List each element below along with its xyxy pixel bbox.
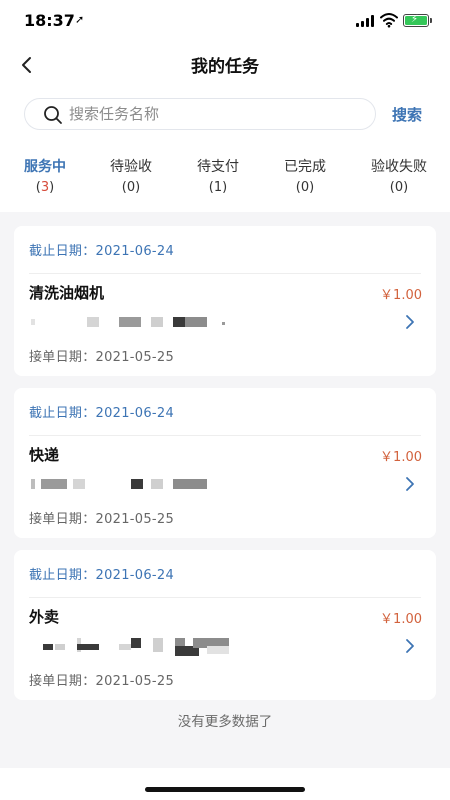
tab-label: 待支付 [197, 159, 239, 175]
tab-count: (1) [208, 180, 228, 195]
location-icon: ➚ [75, 13, 85, 26]
search-input[interactable] [69, 99, 369, 129]
nav-bar: 我的任务 [0, 44, 450, 88]
accept-date: 接单日期：2021-05-25 [29, 674, 175, 689]
tab-in-service[interactable]: 服务中 (3) [0, 156, 90, 195]
signal-icon [356, 15, 376, 27]
task-card[interactable]: 截止日期：2021-06-24 清洗油烟机 ￥1.00 接单日期：2021-05… [14, 226, 436, 376]
task-card[interactable]: 截止日期：2021-06-24 快递 ￥1.00 接单日期：2021-05-25 [14, 388, 436, 538]
search-box[interactable] [24, 98, 376, 130]
task-title: 清洗油烟机 [29, 284, 105, 302]
search-area: 搜索 [0, 88, 450, 144]
deadline-date: 截止日期：2021-06-24 [29, 244, 175, 259]
tab-count: (0) [295, 180, 315, 195]
divider [29, 435, 421, 436]
tab-label: 验收失败 [371, 159, 427, 175]
status-time: 18:37 [24, 11, 75, 30]
page-title: 我的任务 [191, 57, 259, 77]
tab-label: 待验收 [110, 159, 152, 175]
task-title: 外卖 [29, 608, 60, 626]
tab-pending-acceptance[interactable]: 待验收 (0) [86, 156, 176, 195]
tab-pending-payment[interactable]: 待支付 (1) [173, 156, 263, 195]
chevron-right-icon[interactable] [404, 638, 416, 654]
status-bar: 18:37 ➚ ⚡ [0, 0, 450, 44]
accept-date: 接单日期：2021-05-25 [29, 512, 175, 527]
status-tabs: 服务中 (3) 待验收 (0) 待支付 (1) 已完成 (0) 验收失败 (0) [0, 144, 450, 212]
no-more-data-label: 没有更多数据了 [177, 714, 273, 730]
task-price: ￥1.00 [380, 288, 422, 303]
search-button[interactable]: 搜索 [392, 104, 422, 125]
tab-label: 服务中 [24, 159, 66, 175]
divider [29, 273, 421, 274]
accept-date: 接单日期：2021-05-25 [29, 350, 175, 365]
task-card[interactable]: 截止日期：2021-06-24 外卖 ￥1.00 接单日期：2021-05-25 [14, 550, 436, 700]
chevron-right-icon[interactable] [404, 314, 416, 330]
tab-count: (3) [35, 180, 55, 195]
redacted-address [29, 638, 289, 656]
redacted-address [29, 476, 289, 494]
home-indicator-area [0, 768, 450, 800]
divider [29, 597, 421, 598]
chevron-right-icon[interactable] [404, 476, 416, 492]
search-icon [44, 106, 62, 124]
task-price: ￥1.00 [380, 612, 422, 627]
home-indicator[interactable] [145, 787, 305, 792]
tab-completed[interactable]: 已完成 (0) [260, 156, 350, 195]
task-price: ￥1.00 [380, 450, 422, 465]
tab-acceptance-failed[interactable]: 验收失败 (0) [354, 156, 444, 195]
deadline-date: 截止日期：2021-06-24 [29, 568, 175, 583]
redacted-address [29, 314, 289, 332]
tab-count: (0) [121, 180, 141, 195]
tab-label: 已完成 [284, 159, 326, 175]
tab-count: (0) [389, 180, 409, 195]
deadline-date: 截止日期：2021-06-24 [29, 406, 175, 421]
wifi-icon [380, 13, 398, 28]
task-title: 快递 [29, 446, 60, 464]
battery-icon: ⚡ [403, 14, 432, 27]
